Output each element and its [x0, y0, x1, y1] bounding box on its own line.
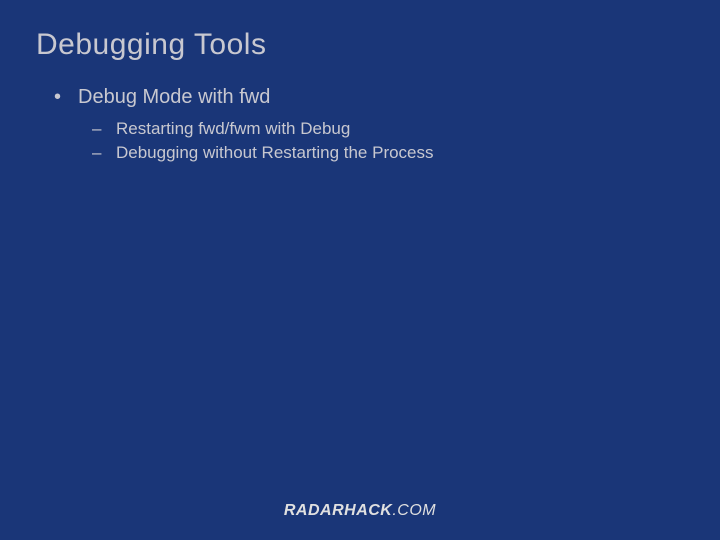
- footer-brand-bold: RADARHACK: [284, 502, 393, 519]
- footer-logo: RADARHACK.COM: [284, 502, 436, 520]
- bullet-level-1: Debug Mode with fwd: [54, 86, 684, 109]
- bullet-level-2-item: Debugging without Restarting the Process: [92, 143, 684, 163]
- slide-container: Debugging Tools Debug Mode with fwd Rest…: [0, 0, 720, 540]
- slide-title: Debugging Tools: [36, 28, 684, 62]
- bullet-level-2-item: Restarting fwd/fwm with Debug: [92, 119, 684, 139]
- footer-brand-thin: .COM: [392, 502, 436, 519]
